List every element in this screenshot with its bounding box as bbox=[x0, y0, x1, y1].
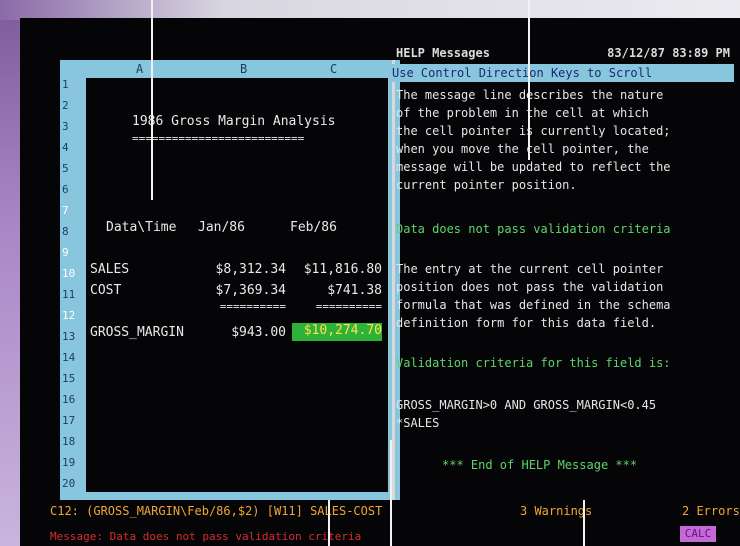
callout-line bbox=[151, 0, 153, 200]
row-number[interactable]: 10 bbox=[60, 267, 86, 288]
help-paragraph-line: definition form for this data field. bbox=[396, 316, 657, 330]
row-number[interactable]: 18 bbox=[60, 435, 86, 456]
errors-count[interactable]: 2 Errors bbox=[682, 504, 740, 518]
column-header-b[interactable]: B bbox=[240, 62, 247, 76]
warnings-count[interactable]: 3 Warnings bbox=[520, 504, 592, 518]
crt-screen: A B C 1 2 3 4 5 6 7 8 9 10 11 12 13 14 1… bbox=[20, 18, 740, 546]
column-header-c[interactable]: C bbox=[330, 62, 337, 76]
help-criteria-heading: Validation criteria for this field is: bbox=[396, 356, 671, 370]
sales-jan-cell[interactable]: $8,312.34 bbox=[190, 262, 286, 277]
cost-jan-cell[interactable]: $7,369.34 bbox=[190, 283, 286, 298]
callout-line bbox=[328, 500, 330, 546]
spreadsheet-pane: A B C 1 2 3 4 5 6 7 8 9 10 11 12 13 14 1… bbox=[60, 60, 400, 500]
help-paragraph-line: The entry at the current cell pointer bbox=[396, 262, 664, 276]
help-paragraph-line: of the problem in the cell at which bbox=[396, 106, 649, 120]
help-instruction: Use Control Direction Keys to Scroll bbox=[392, 66, 653, 80]
row-number[interactable]: 15 bbox=[60, 372, 86, 393]
row-number[interactable]: 9 bbox=[60, 246, 86, 267]
message-line: Message: Data does not pass validation c… bbox=[50, 530, 362, 543]
help-criteria-line: GROSS_MARGIN>0 AND GROSS_MARGIN<0.45 bbox=[396, 398, 657, 412]
row-number[interactable]: 14 bbox=[60, 351, 86, 372]
cost-label-cell[interactable]: COST bbox=[90, 283, 121, 298]
row-number[interactable]: 2 bbox=[60, 99, 86, 120]
help-end-marker: *** End of HELP Message *** bbox=[442, 458, 638, 472]
sheet-title-rule: ========================== bbox=[132, 132, 305, 145]
row-number[interactable]: 19 bbox=[60, 456, 86, 477]
margin-feb-cell-selected[interactable]: $10,274.70 bbox=[292, 323, 382, 341]
help-paragraph-line: the cell pointer is currently located; bbox=[396, 124, 671, 138]
callout-line bbox=[583, 500, 585, 546]
row-header-bar: 1 2 3 4 5 6 7 8 9 10 11 12 13 14 15 16 1… bbox=[60, 78, 86, 500]
row-number[interactable]: 13 bbox=[60, 330, 86, 351]
cell-status-line: C12: (GROSS_MARGIN\Feb/86,$2) [W11] SALE… bbox=[50, 504, 383, 518]
margin-jan-cell[interactable]: $943.00 bbox=[190, 325, 286, 340]
pane-divider[interactable] bbox=[392, 60, 395, 500]
row-number[interactable]: 16 bbox=[60, 393, 86, 414]
column-header-bar: A B C bbox=[60, 60, 400, 78]
help-timestamp: 83/12/87 83:89 PM bbox=[607, 46, 730, 60]
sales-feb-cell[interactable]: $11,816.80 bbox=[286, 262, 382, 277]
cost-feb-cell[interactable]: $741.38 bbox=[286, 283, 382, 298]
sum-rule-jan: ========== bbox=[219, 300, 286, 313]
row-number[interactable]: 5 bbox=[60, 162, 86, 183]
row-number[interactable]: 4 bbox=[60, 141, 86, 162]
row-number[interactable]: 1 bbox=[60, 78, 86, 99]
row-number[interactable]: 3 bbox=[60, 120, 86, 141]
sheet-title-cell[interactable]: 1986 Gross Margin Analysis bbox=[132, 114, 336, 129]
help-paragraph-line: formula that was defined in the schema bbox=[396, 298, 671, 312]
help-error-heading: Data does not pass validation criteria bbox=[396, 222, 671, 236]
help-title: HELP Messages bbox=[396, 46, 490, 60]
sum-rule-feb: ========== bbox=[315, 300, 382, 313]
help-criteria-line: *SALES bbox=[396, 416, 440, 430]
row-number[interactable]: 11 bbox=[60, 288, 86, 309]
header-label-cell[interactable]: Data\Time bbox=[106, 220, 176, 235]
help-instruction-bar: Use Control Direction Keys to Scroll bbox=[388, 64, 734, 82]
sheet-bottom-border bbox=[60, 492, 400, 500]
row-number[interactable]: 6 bbox=[60, 183, 86, 204]
margin-label-cell[interactable]: GROSS_MARGIN bbox=[90, 325, 184, 340]
row-number[interactable]: 17 bbox=[60, 414, 86, 435]
help-paragraph-line: when you move the cell pointer, the bbox=[396, 142, 649, 156]
column-header-a[interactable]: A bbox=[136, 62, 143, 76]
help-paragraph-line: message will be updated to reflect the bbox=[396, 160, 671, 174]
row-number[interactable]: 8 bbox=[60, 225, 86, 246]
help-pane: HELP Messages 83/12/87 83:89 PM Use Cont… bbox=[388, 46, 740, 506]
callout-line bbox=[390, 440, 392, 546]
row-number[interactable]: 7 bbox=[60, 204, 86, 225]
header-feb-cell[interactable]: Feb/86 bbox=[290, 220, 337, 235]
help-paragraph-line: current pointer position. bbox=[396, 178, 577, 192]
photo-backdrop-top bbox=[0, 0, 740, 20]
sales-label-cell[interactable]: SALES bbox=[90, 262, 129, 277]
callout-line bbox=[528, 0, 530, 160]
help-paragraph-line: position does not pass the validation bbox=[396, 280, 664, 294]
row-number[interactable]: 12 bbox=[60, 309, 86, 330]
header-jan-cell[interactable]: Jan/86 bbox=[198, 220, 245, 235]
mode-indicator: CALC bbox=[680, 526, 716, 542]
